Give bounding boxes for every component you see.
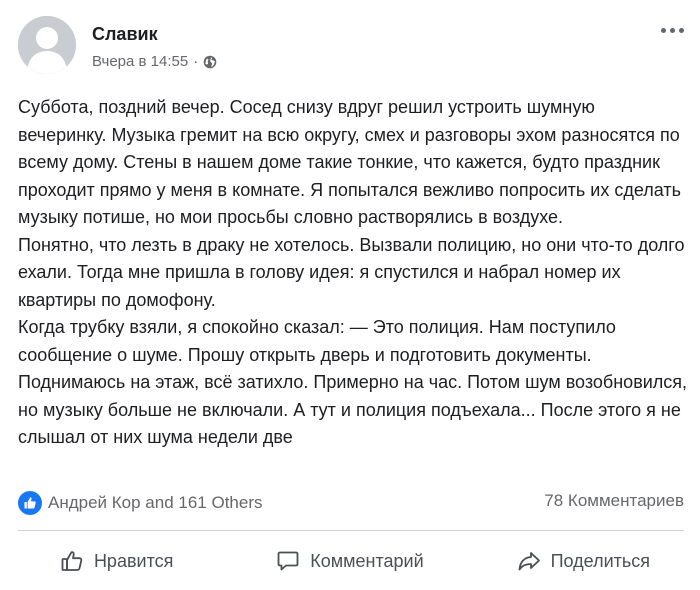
like-label: Нравится bbox=[93, 550, 174, 571]
like-button[interactable]: Нравится bbox=[0, 538, 233, 584]
thumbs-up-icon bbox=[60, 549, 84, 573]
like-reaction-icon bbox=[18, 491, 42, 515]
comment-icon bbox=[276, 549, 300, 573]
comment-button[interactable]: Комментарий bbox=[233, 538, 466, 584]
globe-icon[interactable] bbox=[203, 55, 217, 69]
post-paragraph: Понятно, что лезть в драку не хотелось. … bbox=[18, 234, 685, 310]
comments-count[interactable]: 78 Комментариев bbox=[544, 491, 684, 511]
post-timestamp[interactable]: Вчера в 14:55 bbox=[92, 53, 188, 70]
share-icon bbox=[517, 549, 541, 573]
post-card: Славик Вчера в 14:55 · Суббота, поздний … bbox=[0, 0, 700, 590]
action-bar: Нравится Комментарий Поделиться bbox=[0, 538, 700, 584]
author-name[interactable]: Славик bbox=[92, 24, 158, 45]
post-paragraph: Суббота, поздний вечер. Сосед снизу вдру… bbox=[18, 97, 681, 227]
share-button[interactable]: Поделиться bbox=[467, 538, 700, 584]
default-avatar-icon bbox=[18, 16, 76, 74]
post-body: Суббота, поздний вечер. Сосед снизу вдру… bbox=[18, 94, 688, 452]
post-paragraph: Когда трубку взяли, я спокойно сказал: —… bbox=[18, 317, 688, 447]
reactions-summary[interactable]: Андрей Кор and 161 Others bbox=[18, 491, 263, 515]
comment-label: Комментарий bbox=[310, 550, 424, 571]
reactions-text[interactable]: Андрей Кор and 161 Others bbox=[48, 493, 263, 513]
divider bbox=[18, 530, 684, 531]
meta-separator: · bbox=[193, 53, 199, 70]
share-label: Поделиться bbox=[550, 550, 651, 571]
post-meta: Вчера в 14:55 · bbox=[92, 53, 217, 70]
more-horizontal-icon[interactable] bbox=[661, 28, 684, 33]
author-avatar[interactable] bbox=[18, 16, 76, 74]
